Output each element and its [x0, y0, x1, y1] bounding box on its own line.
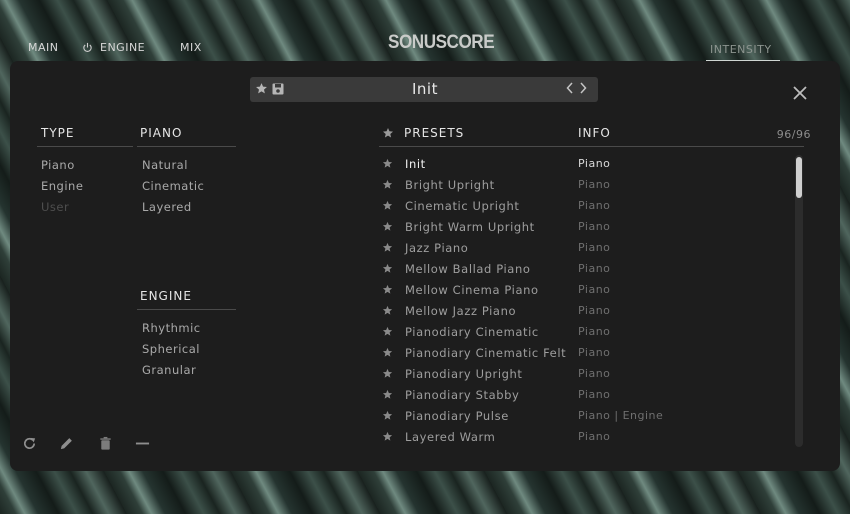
- star-icon[interactable]: [255, 82, 268, 95]
- chevron-right-icon[interactable]: [579, 82, 587, 94]
- engine-header: ENGINE: [140, 289, 192, 303]
- preset-info: Piano: [578, 157, 611, 170]
- type-divider: [37, 146, 133, 147]
- presets-header[interactable]: PRESETS: [404, 126, 464, 140]
- piano-item-cinematic[interactable]: Cinematic: [142, 179, 204, 193]
- star-icon[interactable]: [382, 305, 393, 316]
- preset-info: Piano: [578, 220, 611, 233]
- piano-item-natural[interactable]: Natural: [142, 158, 188, 172]
- preset-name: Init: [405, 157, 426, 171]
- preset-row[interactable]: Mellow Cinema Piano Piano: [380, 280, 795, 301]
- power-icon[interactable]: [82, 42, 93, 53]
- preset-count: 96/96: [776, 128, 811, 141]
- preset-name: Mellow Jazz Piano: [405, 304, 517, 318]
- trash-icon[interactable]: [98, 436, 113, 451]
- preset-info: Piano: [578, 178, 611, 191]
- preset-name: Jazz Piano: [405, 241, 469, 255]
- preset-info: Piano: [578, 304, 611, 317]
- preset-info: Piano: [578, 346, 611, 359]
- preset-info: Piano: [578, 262, 611, 275]
- refresh-icon[interactable]: [22, 436, 37, 451]
- star-icon[interactable]: [382, 200, 393, 211]
- preset-row[interactable]: Pianodiary Cinematic Piano: [380, 322, 795, 343]
- presets-divider: [379, 146, 804, 147]
- piano-divider: [137, 146, 236, 147]
- star-icon[interactable]: [382, 127, 394, 139]
- save-icon[interactable]: [272, 83, 284, 95]
- preset-row[interactable]: Pianodiary Pulse Piano | Engine: [380, 406, 795, 427]
- preset-list-scrollbar[interactable]: [795, 155, 803, 447]
- close-icon[interactable]: [792, 85, 808, 101]
- preset-info: Piano: [578, 283, 611, 296]
- current-preset-name[interactable]: Init: [380, 80, 470, 98]
- intensity-label: INTENSITY: [710, 43, 772, 56]
- star-icon[interactable]: [382, 347, 393, 358]
- preset-name: Pianodiary Upright: [405, 367, 523, 381]
- engine-item-granular[interactable]: Granular: [142, 363, 196, 377]
- preset-row[interactable]: Mellow Jazz Piano Piano: [380, 301, 795, 322]
- pencil-icon[interactable]: [59, 436, 74, 451]
- preset-name: Pianodiary Stabby: [405, 388, 520, 402]
- preset-info: Piano: [578, 325, 611, 338]
- preset-row[interactable]: Bright Upright Piano: [380, 175, 795, 196]
- preset-row[interactable]: Jazz Piano Piano: [380, 238, 795, 259]
- star-icon[interactable]: [382, 431, 393, 442]
- engine-item-spherical[interactable]: Spherical: [142, 342, 200, 356]
- preset-info: Piano: [578, 367, 611, 380]
- preset-info: Piano: [578, 388, 611, 401]
- preset-name: Layered Warm: [405, 430, 496, 444]
- star-icon[interactable]: [382, 284, 393, 295]
- nav-mix-tab[interactable]: MIX: [180, 41, 202, 54]
- type-item-engine[interactable]: Engine: [41, 179, 83, 193]
- nav-main-tab[interactable]: MAIN: [28, 41, 59, 54]
- nav-engine-tab[interactable]: ENGINE: [100, 41, 145, 54]
- star-icon[interactable]: [382, 389, 393, 400]
- star-icon[interactable]: [382, 368, 393, 379]
- preset-row[interactable]: Pianodiary Cinematic Felt Piano: [380, 343, 795, 364]
- star-icon[interactable]: [382, 410, 393, 421]
- preset-row[interactable]: Bright Warm Upright Piano: [380, 217, 795, 238]
- minus-icon[interactable]: [135, 436, 150, 451]
- preset-info: Piano: [578, 241, 611, 254]
- top-bar: MAIN ENGINE MIX SONUSCORE INTENSITY: [0, 0, 850, 62]
- preset-name: Cinematic Upright: [405, 199, 520, 213]
- preset-name: Mellow Ballad Piano: [405, 262, 531, 276]
- preset-name: Bright Upright: [405, 178, 495, 192]
- chevron-left-icon[interactable]: [566, 82, 574, 94]
- piano-header: PIANO: [140, 126, 183, 140]
- type-item-piano[interactable]: Piano: [41, 158, 75, 172]
- preset-info: Piano: [578, 199, 611, 212]
- engine-divider: [137, 309, 236, 310]
- preset-row[interactable]: Mellow Ballad Piano Piano: [380, 259, 795, 280]
- preset-name: Pianodiary Pulse: [405, 409, 509, 423]
- star-icon[interactable]: [382, 326, 393, 337]
- star-icon[interactable]: [382, 158, 393, 169]
- piano-item-layered[interactable]: Layered: [142, 200, 192, 214]
- preset-name: Mellow Cinema Piano: [405, 283, 539, 297]
- preset-name: Pianodiary Cinematic Felt: [405, 346, 567, 360]
- preset-row[interactable]: Pianodiary Stabby Piano: [380, 385, 795, 406]
- type-item-user[interactable]: User: [41, 200, 69, 214]
- star-icon[interactable]: [382, 179, 393, 190]
- preset-name: Bright Warm Upright: [405, 220, 535, 234]
- preset-name: Pianodiary Cinematic: [405, 325, 539, 339]
- engine-item-rhythmic[interactable]: Rhythmic: [142, 321, 201, 335]
- preset-list: Init Piano Bright Upright Piano Cinematic Up…: [380, 154, 795, 448]
- scrollbar-thumb[interactable]: [796, 157, 802, 198]
- type-header: TYPE: [41, 126, 75, 140]
- preset-row[interactable]: Layered Warm Piano: [380, 427, 795, 448]
- star-icon[interactable]: [382, 263, 393, 274]
- star-icon[interactable]: [382, 242, 393, 253]
- preset-row[interactable]: Pianodiary Upright Piano: [380, 364, 795, 385]
- preset-row[interactable]: Init Piano: [380, 154, 795, 175]
- star-icon[interactable]: [382, 221, 393, 232]
- preset-info: Piano | Engine: [578, 409, 664, 422]
- preset-row[interactable]: Cinematic Upright Piano: [380, 196, 795, 217]
- info-header[interactable]: INFO: [578, 126, 611, 140]
- brand-logo: SONUSCORE: [388, 32, 495, 53]
- preset-info: Piano: [578, 430, 611, 443]
